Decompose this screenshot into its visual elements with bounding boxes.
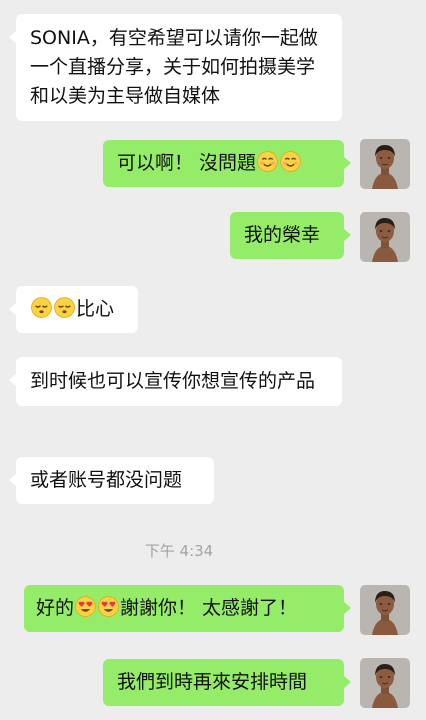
chat-area[interactable]: SONIA，有空希望可以请你一起做一个直播分享，关于如何拍摄美学和以美为主导做自… (0, 0, 426, 720)
avatar[interactable] (360, 585, 410, 635)
sleepy-face-icon (54, 297, 75, 318)
avatar[interactable] (360, 139, 410, 189)
avatar-portrait-icon (360, 139, 410, 189)
message-text: 謝謝你！ 太感謝了！ (120, 597, 298, 619)
message-text: SONIA，有空希望可以请你一起做一个直播分享，关于如何拍摄美学和以美为主导做自… (30, 27, 318, 107)
message-text: 到时候也可以宣传你想宣传的产品 (30, 370, 316, 392)
avatar-portrait-icon (360, 212, 410, 262)
message-text: 我們到時再來安排時間 (117, 671, 308, 693)
sleepy-face-icon (31, 297, 52, 318)
message-text: 或者账号都没问题 (30, 469, 183, 491)
message-bubble-incoming[interactable]: 比心 (9, 286, 138, 333)
message-bubble-outgoing[interactable]: 我的榮幸 (230, 212, 351, 259)
heart-eyes-icon (75, 596, 96, 617)
avatar-portrait-icon (360, 658, 410, 708)
timestamp: 下午 4:34 (144, 542, 214, 560)
message-text: 我的榮幸 (244, 224, 321, 246)
avatar-portrait-icon (360, 585, 410, 635)
avatar[interactable] (360, 212, 410, 262)
smiling-face-icon (280, 151, 301, 172)
message-bubble-outgoing[interactable]: 好的 謝謝你！ 太感謝了！ (24, 585, 351, 632)
smiling-face-icon (257, 151, 278, 172)
message-text: 可以啊！ 沒問題 (117, 152, 257, 174)
heart-eyes-icon (98, 596, 119, 617)
message-bubble-incoming[interactable]: SONIA，有空希望可以请你一起做一个直播分享，关于如何拍摄美学和以美为主导做自… (9, 14, 342, 121)
message-bubble-outgoing[interactable]: 可以啊！ 沒問題 (103, 140, 351, 187)
message-text: 比心 (76, 298, 115, 320)
message-bubble-incoming[interactable]: 或者账号都没问题 (9, 457, 214, 504)
avatar[interactable] (360, 658, 410, 708)
message-bubble-incoming[interactable]: 到时候也可以宣传你想宣传的产品 (9, 357, 342, 406)
message-text: 好的 (36, 597, 75, 619)
message-bubble-outgoing[interactable]: 我們到時再來安排時間 (103, 659, 351, 706)
